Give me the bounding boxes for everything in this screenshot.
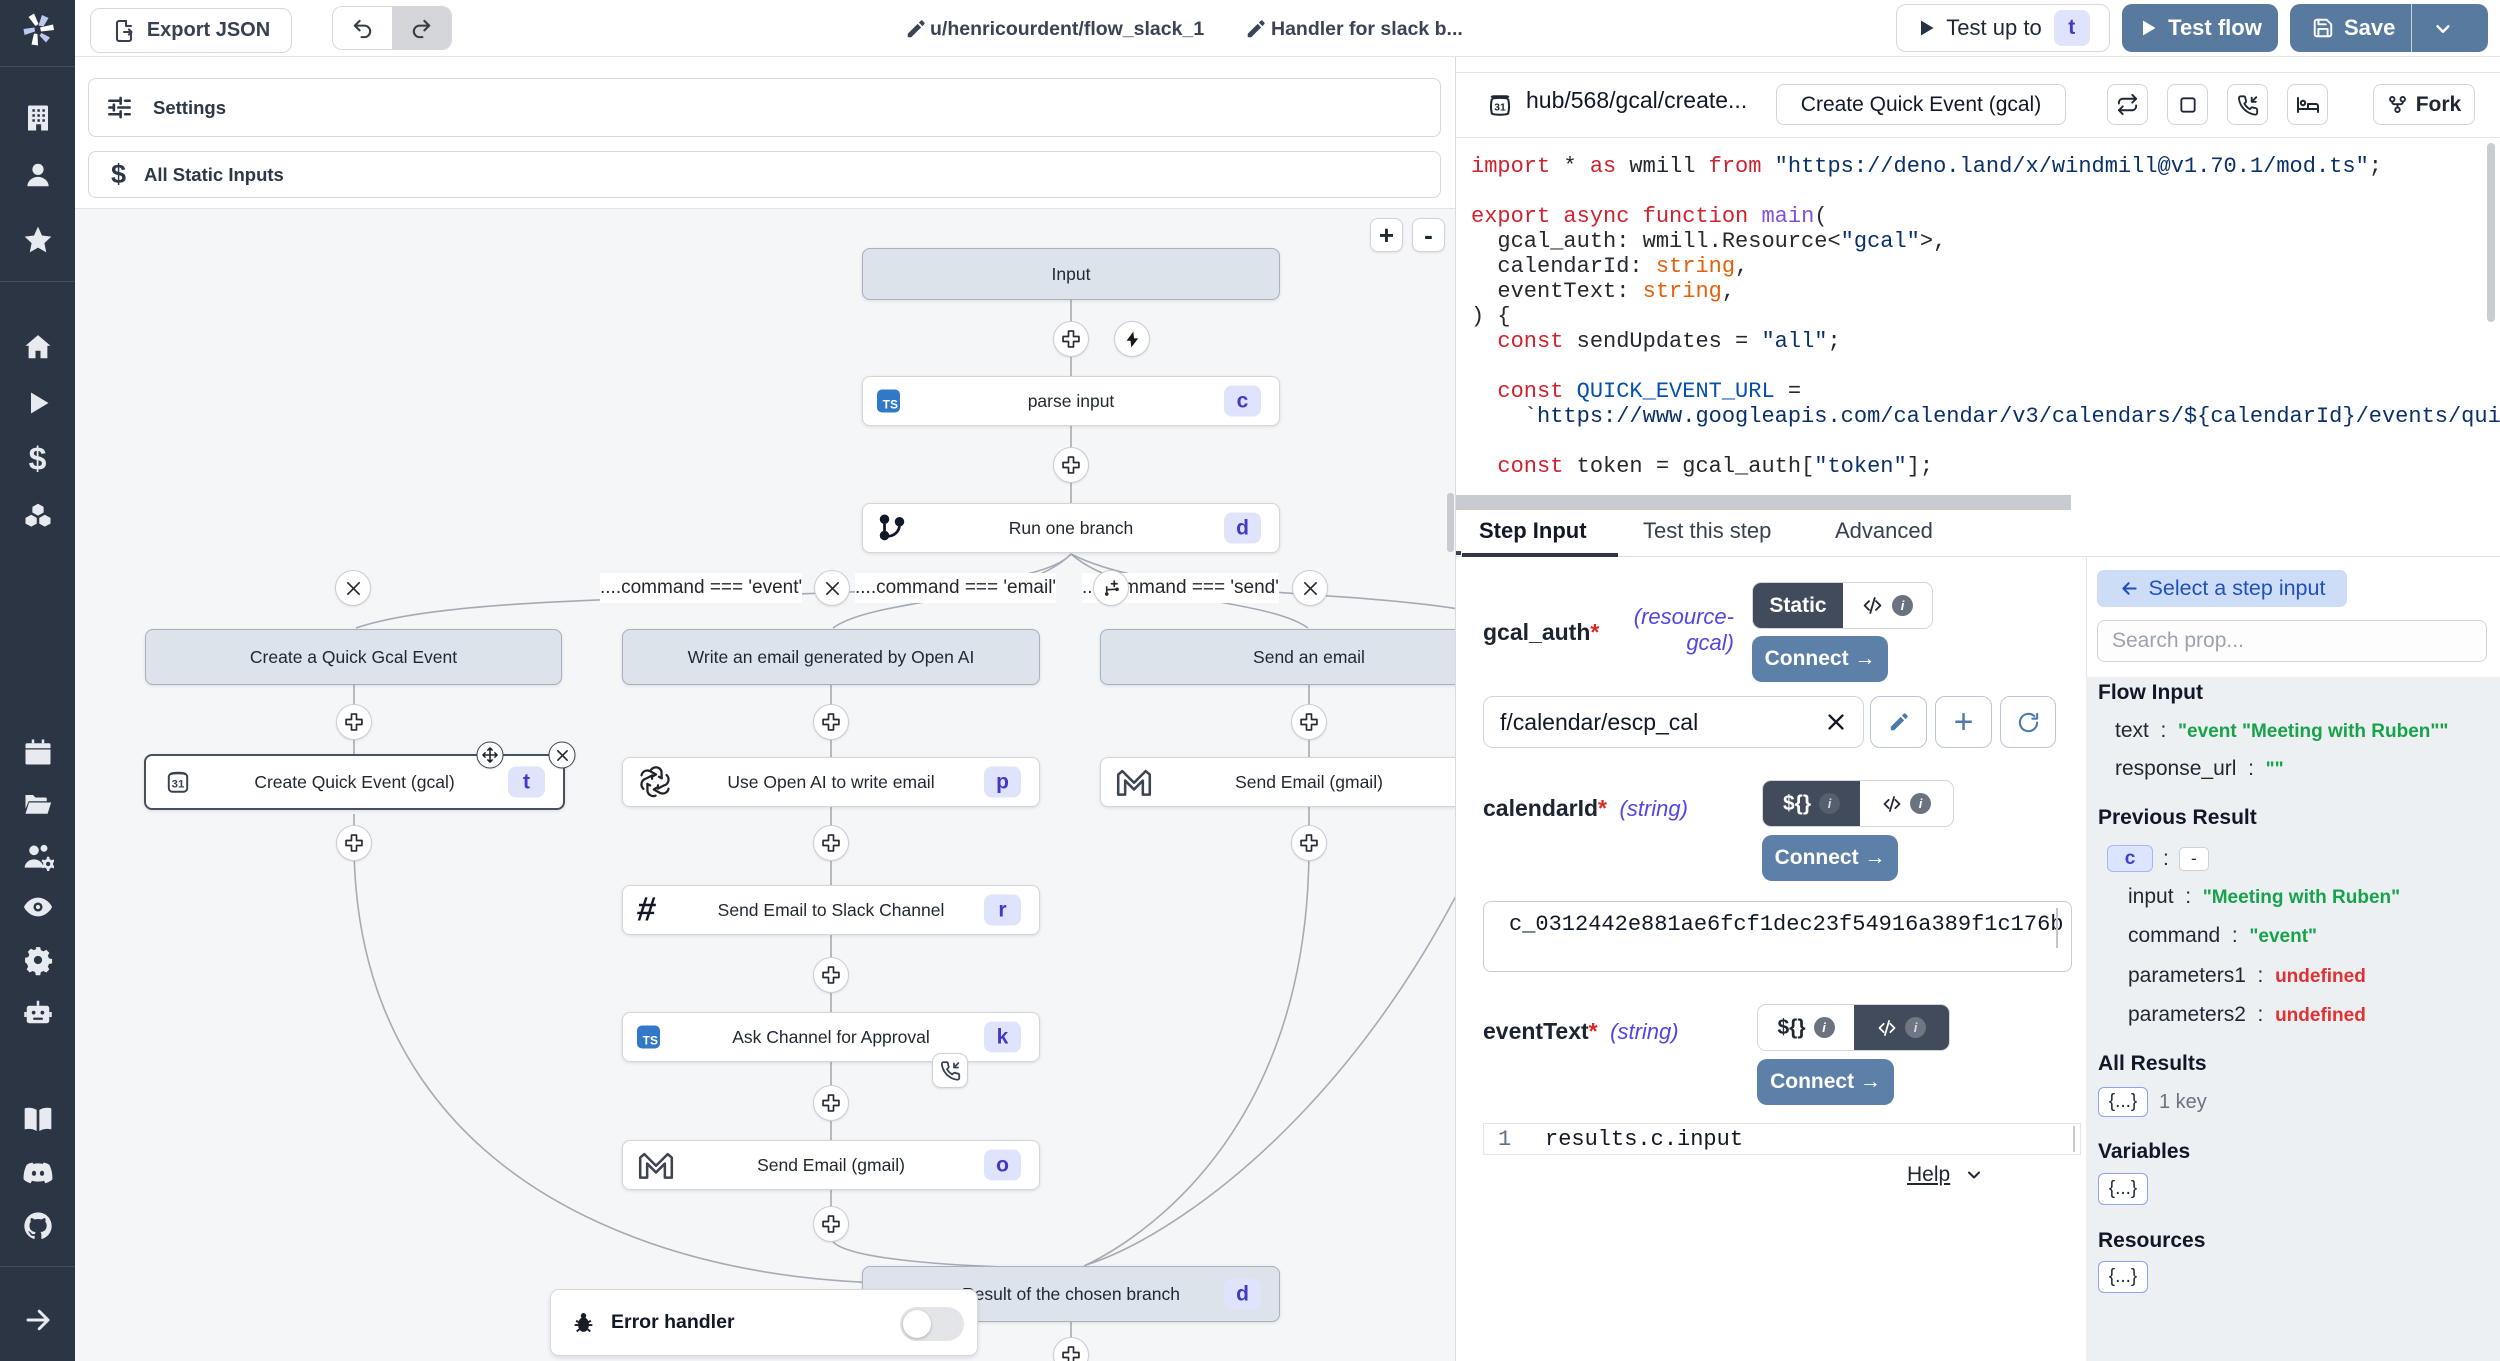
svg-text:31: 31 — [1494, 102, 1506, 113]
svg-text:31: 31 — [172, 778, 185, 790]
